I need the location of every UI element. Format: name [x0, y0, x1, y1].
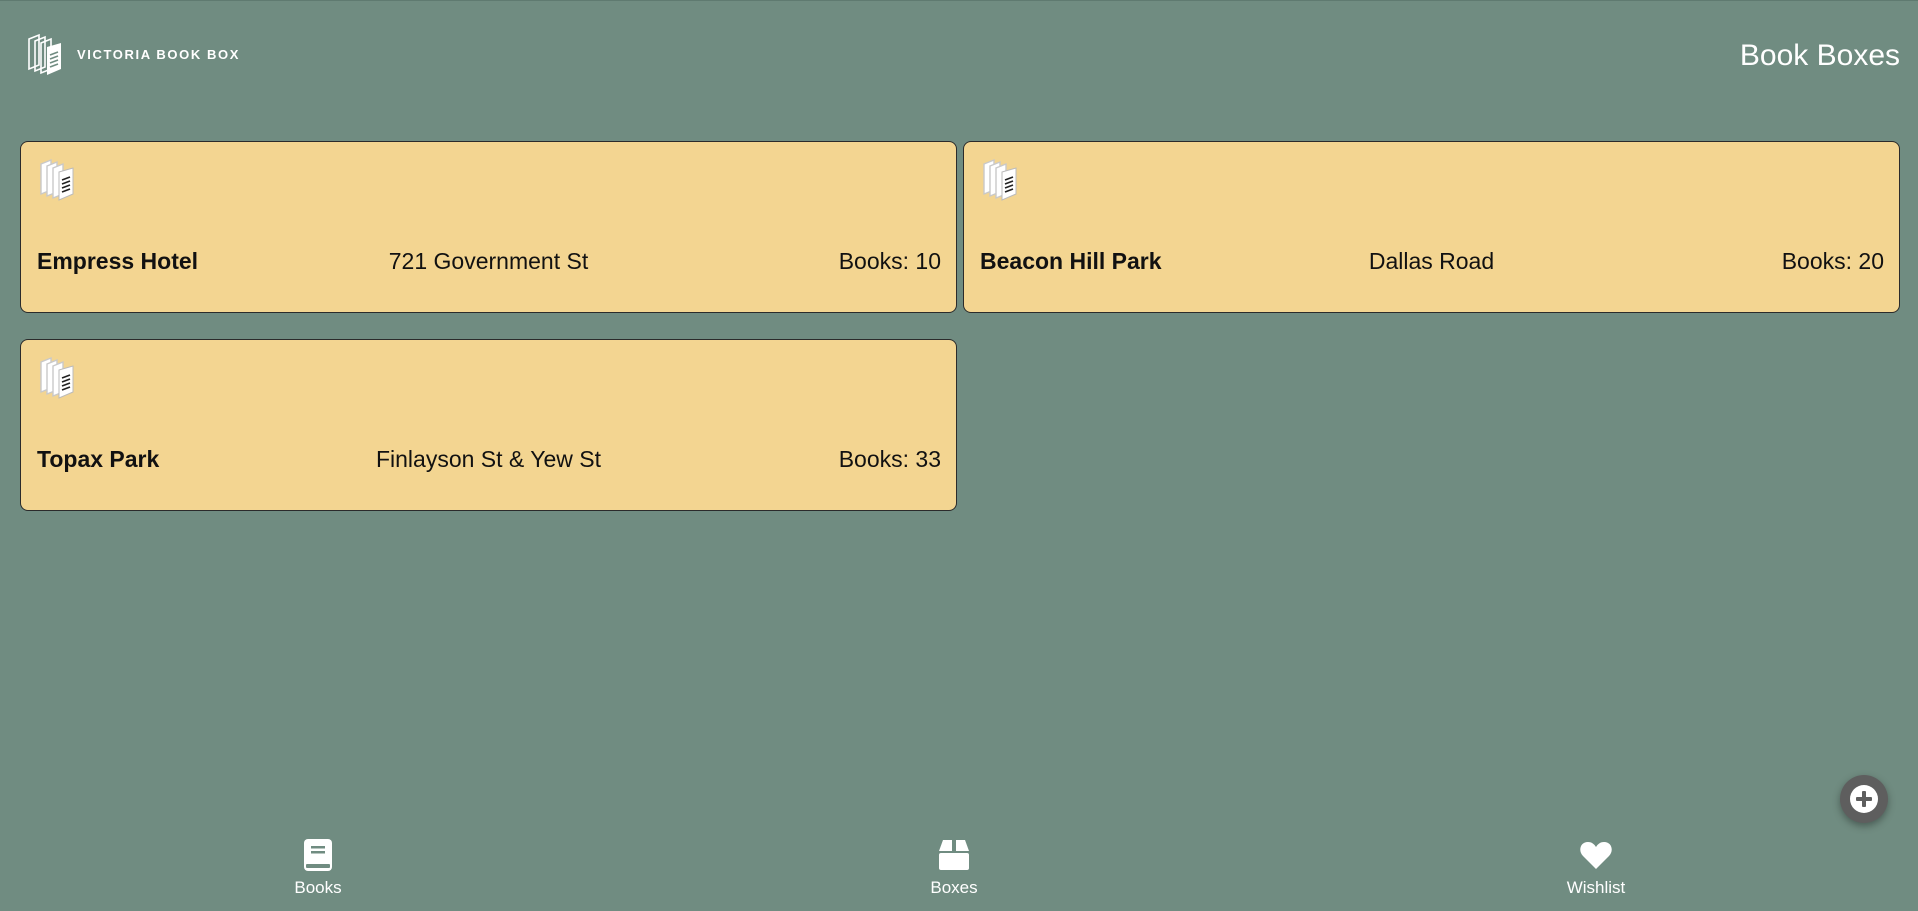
box-book-count: Books: 20: [1781, 248, 1884, 274]
nav-label: Books: [294, 878, 342, 897]
box-icon: [939, 840, 969, 870]
book-box-icon: [983, 158, 1017, 201]
book-box-card[interactable]: Empress Hotel 721 Government St Books: 1…: [20, 141, 957, 313]
nav-item-boxes[interactable]: Boxes: [884, 838, 1024, 908]
book-icon: [304, 839, 332, 871]
book-box-logo-icon: [28, 33, 61, 75]
book-box-card[interactable]: Beacon Hill Park Dallas Road Books: 20: [963, 141, 1900, 313]
box-book-count: Books: 10: [838, 248, 941, 274]
book-box-icon: [40, 356, 74, 399]
box-name: Beacon Hill Park: [980, 248, 1162, 274]
add-box-button[interactable]: [1840, 775, 1888, 823]
nav-item-books[interactable]: Books: [248, 838, 388, 908]
nav-label: Wishlist: [1566, 878, 1626, 897]
book-box-card[interactable]: Topax Park Finlayson St & Yew St Books: …: [20, 339, 957, 511]
nav-label: Boxes: [930, 878, 978, 897]
box-name: Empress Hotel: [37, 248, 199, 274]
box-address: Finlayson St & Yew St: [375, 446, 601, 472]
logo[interactable]: VICTORIA BOOK BOX: [25, 31, 240, 77]
plus-circle-icon: [1850, 785, 1878, 813]
app-root: VICTORIA BOOK BOX Book Boxes Empress Hot…: [0, 0, 1918, 911]
header: VICTORIA BOOK BOX Book Boxes: [0, 0, 1918, 110]
heart-icon: [1580, 842, 1612, 869]
book-box-icon: [40, 158, 74, 201]
page-title: Book Boxes: [1739, 39, 1900, 72]
logo-text: VICTORIA BOOK BOX: [77, 46, 240, 62]
bottom-nav: Books Boxes Wishlist: [0, 830, 1918, 911]
box-book-count: Books: 33: [838, 446, 941, 472]
box-name: Topax Park: [37, 446, 160, 472]
nav-item-wishlist[interactable]: Wishlist: [1526, 838, 1666, 908]
